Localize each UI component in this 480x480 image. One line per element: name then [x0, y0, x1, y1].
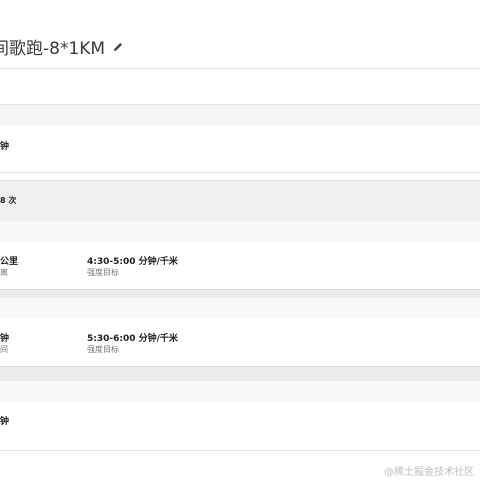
step-3-target: 5:30-6:00 分钟/千米 — [87, 334, 178, 344]
step-header-band — [0, 221, 480, 241]
step-2-distance: 公里 — [0, 257, 19, 267]
step-1-duration: 钟 — [0, 142, 10, 152]
workout-title: 间歌跑-8*1KM — [0, 34, 124, 59]
step-3-duration-label: 间 — [0, 345, 8, 354]
step-separator — [0, 289, 480, 298]
step-4-duration: 钟 — [0, 417, 10, 427]
repeat-group-header[interactable] — [0, 180, 480, 222]
step-3-duration: 钟 — [0, 334, 10, 344]
step-2-target: 4:30-5:00 分钟/千米 — [87, 257, 178, 267]
step-2-distance-label: 离 — [0, 268, 8, 277]
step-header-band — [0, 104, 480, 126]
divider — [0, 104, 480, 105]
divider — [0, 450, 480, 451]
repeat-count: 8 次 — [0, 196, 17, 205]
step-3-target-label: 强度目标 — [87, 345, 119, 354]
edit-pencil-icon[interactable] — [112, 41, 124, 53]
step-header-band — [0, 381, 480, 401]
watermark: @稀土掘金技术社区 — [384, 467, 474, 478]
repeat-group-footer — [0, 366, 480, 382]
divider — [0, 172, 480, 173]
header-divider — [0, 68, 480, 69]
step-header-band — [0, 298, 480, 318]
step-2-target-label: 强度目标 — [87, 268, 119, 277]
workout-title-text: 间歌跑-8*1KM — [0, 39, 106, 59]
